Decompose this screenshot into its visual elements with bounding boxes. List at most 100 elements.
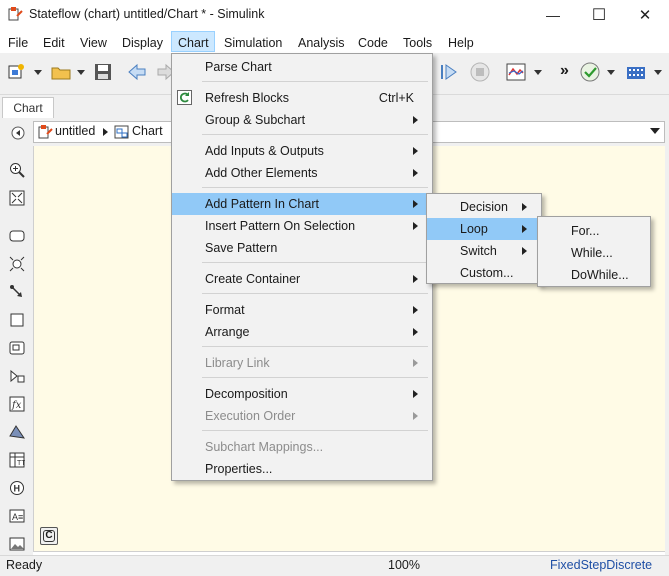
menu-item-parse-chart[interactable]: Parse Chart <box>172 56 432 78</box>
open-dropdown-icon[interactable] <box>77 70 85 75</box>
state-tool-icon[interactable] <box>9 228 25 244</box>
menu-item-decomposition[interactable]: Decomposition <box>172 383 432 405</box>
scope-dropdown-icon[interactable] <box>534 70 542 75</box>
menu-item-group-subchart[interactable]: Group & Subchart <box>172 109 432 131</box>
simulink-state-icon[interactable] <box>9 340 25 356</box>
menu-item-label: Custom... <box>460 266 514 280</box>
open-folder-icon[interactable] <box>50 61 72 83</box>
toolbar-overflow-icon[interactable]: » <box>560 62 569 80</box>
menu-separator <box>202 262 428 263</box>
new-model-icon[interactable] <box>6 61 28 83</box>
menu-item-label: Decision <box>460 200 508 214</box>
menu-edit[interactable]: Edit <box>43 33 65 54</box>
menu-item-dowhile[interactable]: DoWhile... <box>538 264 650 286</box>
menu-analysis[interactable]: Analysis <box>298 33 345 54</box>
simulink-function-icon[interactable] <box>9 368 25 384</box>
minimize-button[interactable]: — <box>530 0 576 30</box>
simulink-app-icon <box>8 7 23 21</box>
menu-item-label: For... <box>571 224 600 238</box>
submenu-arrow-icon <box>413 116 418 124</box>
stop-icon[interactable] <box>469 61 491 83</box>
canvas-bottom-border <box>33 551 665 552</box>
menu-item-while[interactable]: While... <box>538 242 650 264</box>
breadcrumb-child[interactable]: Chart <box>132 124 163 138</box>
menu-item-add-other-elements[interactable]: Add Other Elements <box>172 162 432 184</box>
grid-dropdown-icon[interactable] <box>654 70 662 75</box>
default-transition-icon[interactable] <box>9 284 25 300</box>
check-model-icon[interactable] <box>579 61 601 83</box>
menu-item-custom[interactable]: Custom... <box>427 262 541 284</box>
menu-item-add-pattern-in-chart[interactable]: Add Pattern In Chart <box>172 193 432 215</box>
scope-icon[interactable] <box>505 61 527 83</box>
menu-separator <box>202 377 428 378</box>
menu-display[interactable]: Display <box>122 33 163 54</box>
menu-item-save-pattern[interactable]: Save Pattern <box>172 237 432 259</box>
menu-item-switch[interactable]: Switch <box>427 240 541 262</box>
right-scroll-gutter <box>665 146 669 555</box>
window-title: Stateflow (chart) untitled/Chart * - Sim… <box>29 7 265 21</box>
check-dropdown-icon[interactable] <box>607 70 615 75</box>
menu-item-loop[interactable]: Loop <box>427 218 541 240</box>
menu-item-label: Insert Pattern On Selection <box>205 219 356 233</box>
save-icon[interactable] <box>92 61 114 83</box>
history-junction-icon[interactable]: H <box>9 480 25 496</box>
menu-code[interactable]: Code <box>358 33 388 54</box>
step-forward-icon[interactable] <box>438 61 460 83</box>
menu-item-label: Add Pattern In Chart <box>205 197 319 211</box>
junction-tool-icon[interactable] <box>9 256 25 272</box>
svg-text:fx: fx <box>11 400 22 411</box>
chart-menu: Parse Chart Refresh Blocks Ctrl+K Group … <box>171 53 433 481</box>
breadcrumb-root[interactable]: untitled <box>55 124 95 138</box>
menu-item-properties[interactable]: Properties... <box>172 458 432 480</box>
menu-item-decision[interactable]: Decision <box>427 196 541 218</box>
chart-icon <box>114 125 129 139</box>
menu-item-subchart-mappings: Subchart Mappings... <box>172 436 432 458</box>
submenu-arrow-icon <box>522 247 527 255</box>
submenu-arrow-icon <box>413 306 418 314</box>
close-button[interactable]: ✕ <box>622 0 668 30</box>
menu-item-create-container[interactable]: Create Container <box>172 268 432 290</box>
maximize-button[interactable]: ☐ <box>576 0 622 30</box>
menu-item-label: Loop <box>460 222 488 236</box>
fit-view-icon[interactable] <box>9 190 25 206</box>
menu-file[interactable]: File <box>8 33 28 54</box>
truth-table-icon[interactable]: TT <box>9 452 25 468</box>
submenu-arrow-icon <box>413 412 418 420</box>
menu-item-arrange[interactable]: Arrange <box>172 321 432 343</box>
menu-item-label: Parse Chart <box>205 60 272 74</box>
hide-explorer-icon[interactable] <box>10 125 26 141</box>
breadcrumb-dropdown-icon[interactable] <box>650 128 660 134</box>
menu-item-label: Library Link <box>205 356 270 370</box>
grid-settings-icon[interactable] <box>625 61 647 83</box>
graphical-function-icon[interactable]: fx <box>9 396 25 412</box>
menu-item-label: Arrange <box>205 325 250 339</box>
menu-item-refresh-blocks[interactable]: Refresh Blocks Ctrl+K <box>172 87 432 109</box>
submenu-arrow-icon <box>522 225 527 233</box>
menu-item-shortcut: Ctrl+K <box>378 91 414 105</box>
menu-item-label: DoWhile... <box>571 268 629 282</box>
menu-help[interactable]: Help <box>448 33 474 54</box>
menu-item-for[interactable]: For... <box>538 220 650 242</box>
menu-item-add-inputs-outputs[interactable]: Add Inputs & Outputs <box>172 140 432 162</box>
menu-item-label: Switch <box>460 244 497 258</box>
annotation-icon[interactable]: A≡ <box>9 508 25 524</box>
tab-chart[interactable]: Chart <box>2 97 54 118</box>
zoom-level: 100% <box>388 558 420 572</box>
menu-simulation[interactable]: Simulation <box>224 33 282 54</box>
box-tool-icon[interactable] <box>9 312 25 328</box>
pattern-submenu: Decision Loop Switch Custom... <box>426 193 542 284</box>
solver-link[interactable]: FixedStepDiscrete <box>550 558 652 572</box>
back-arrow-icon[interactable] <box>126 61 148 83</box>
menu-view[interactable]: View <box>80 33 107 54</box>
matlab-function-icon[interactable] <box>9 424 25 440</box>
menu-tools[interactable]: Tools <box>403 33 432 54</box>
chart-badge-button[interactable]: C <box>40 527 58 545</box>
new-dropdown-icon[interactable] <box>34 70 42 75</box>
menu-chart[interactable]: Chart <box>178 33 209 54</box>
menu-item-insert-pattern-on-selection[interactable]: Insert Pattern On Selection <box>172 215 432 237</box>
menu-item-format[interactable]: Format <box>172 299 432 321</box>
zoom-in-icon[interactable] <box>9 162 25 178</box>
menu-separator <box>202 430 428 431</box>
menu-item-execution-order: Execution Order <box>172 405 432 427</box>
image-icon[interactable] <box>9 536 25 552</box>
